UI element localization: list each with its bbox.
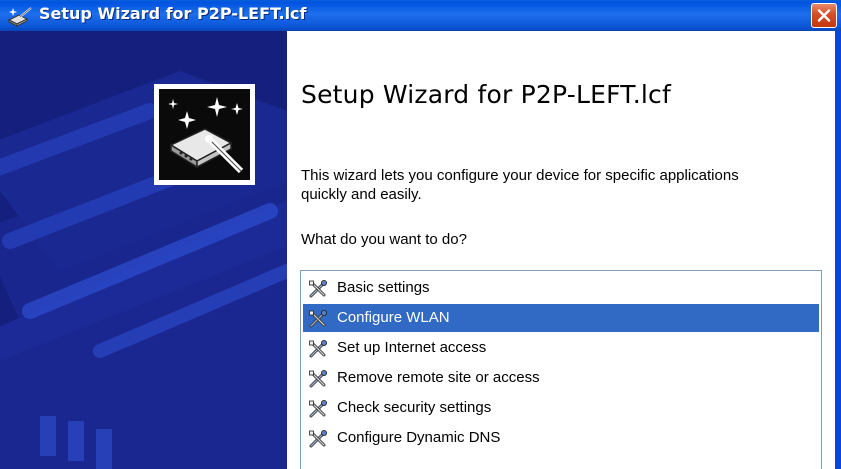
wizard-tools-icon bbox=[308, 429, 328, 448]
task-prompt: What do you want to do? bbox=[301, 231, 467, 248]
list-item-security-settings[interactable]: Check security settings bbox=[303, 394, 819, 422]
wizard-tools-icon bbox=[308, 399, 328, 418]
close-button[interactable] bbox=[811, 3, 837, 28]
list-item-label: Remove remote site or access bbox=[337, 369, 540, 386]
list-item-dynamic-dns[interactable]: Configure Dynamic DNS bbox=[303, 424, 819, 452]
page-title: Setup Wizard for P2P-LEFT.lcf bbox=[301, 80, 671, 109]
wizard-logo bbox=[154, 84, 255, 185]
list-item-label: Check security settings bbox=[337, 399, 492, 416]
list-item-configure-wlan[interactable]: Configure WLAN bbox=[303, 304, 819, 332]
wizard-wand-icon bbox=[7, 7, 32, 27]
wizard-tools-icon bbox=[308, 369, 328, 388]
list-item-label: Configure Dynamic DNS bbox=[337, 429, 501, 446]
setup-wizard-window: Setup Wizard for P2P-LEFT.lcf Setup Wiza… bbox=[0, 0, 841, 469]
wizard-content: Setup Wizard for P2P-LEFT.lcf This wizar… bbox=[287, 31, 841, 469]
wizard-tools-icon bbox=[308, 339, 328, 358]
title-bar[interactable]: Setup Wizard for P2P-LEFT.lcf bbox=[0, 0, 841, 31]
window-title: Setup Wizard for P2P-LEFT.lcf bbox=[39, 4, 307, 23]
list-item-remove-remote-site[interactable]: Remove remote site or access bbox=[303, 364, 819, 392]
list-item-label: Basic settings bbox=[337, 279, 430, 296]
list-item-label: Configure WLAN bbox=[337, 309, 450, 326]
task-list[interactable]: Basic settings Configure WLAN Set up Int… bbox=[300, 270, 822, 469]
wizard-tools-icon bbox=[308, 279, 328, 298]
list-item-label: Set up Internet access bbox=[337, 339, 487, 356]
router-wand-icon bbox=[168, 97, 244, 174]
close-icon bbox=[817, 9, 831, 22]
window-border bbox=[835, 31, 841, 469]
list-item-basic-settings[interactable]: Basic settings bbox=[303, 274, 819, 302]
wizard-description: This wizard lets you configure your devi… bbox=[301, 167, 739, 203]
list-item-internet-access[interactable]: Set up Internet access bbox=[303, 334, 819, 362]
wizard-tools-icon bbox=[308, 309, 328, 328]
